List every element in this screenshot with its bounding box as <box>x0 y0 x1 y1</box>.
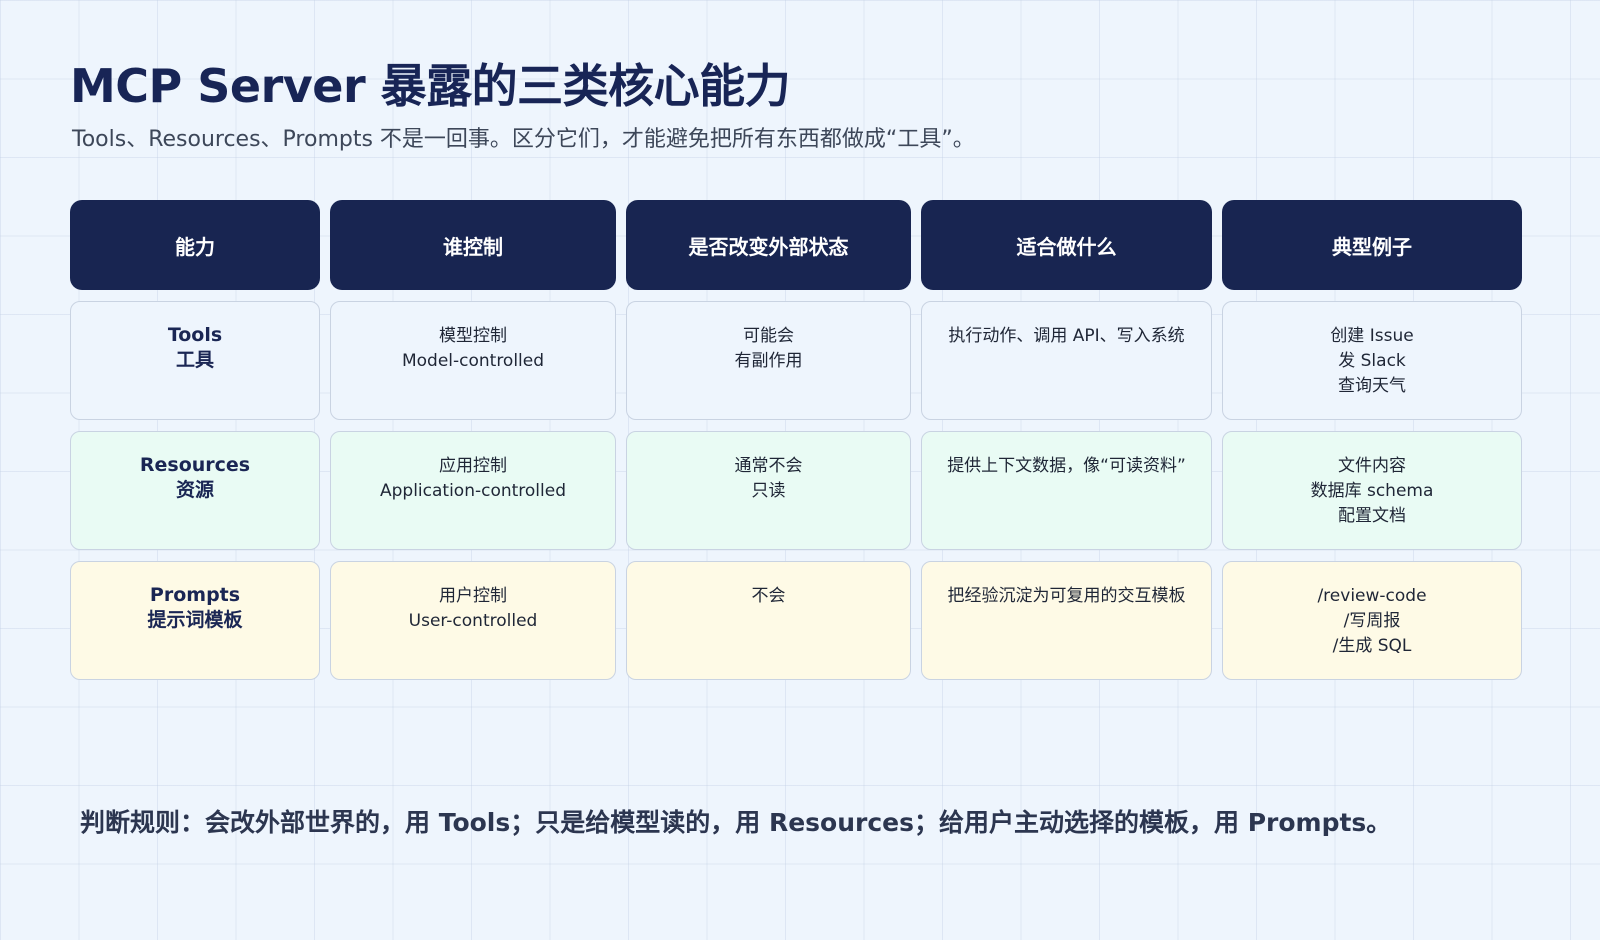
cell-controller-prompts: 用户控制 User-controlled <box>330 561 616 680</box>
example-item: 查询天气 <box>1338 376 1406 396</box>
page-subtitle: Tools、Resources、Prompts 不是一回事。区分它们，才能避免把… <box>72 127 975 152</box>
cell-examples-tools: 创建 Issue 发 Slack 查询天气 <box>1222 301 1522 420</box>
header-controller: 谁控制 <box>330 200 616 290</box>
cell-controller-tools: 模型控制 Model-controlled <box>330 301 616 420</box>
cell-use-for-resources: 提供上下文数据，像“可读资料” <box>921 431 1212 550</box>
cell-controller-resources: 应用控制 Application-controlled <box>330 431 616 550</box>
cell-capability-tools: Tools 工具 <box>70 301 320 420</box>
capability-en: Prompts <box>149 584 241 606</box>
header-changes-state: 是否改变外部状态 <box>626 200 911 290</box>
header-use-for: 适合做什么 <box>921 200 1212 290</box>
cell-capability-resources: Resources 资源 <box>70 431 320 550</box>
changes-state-line: 只读 <box>751 481 786 501</box>
controller-en: User-controlled <box>408 611 538 631</box>
changes-state-line: 有副作用 <box>734 351 803 371</box>
use-for-line: 执行动作、调用 API、写入系统 <box>948 326 1185 346</box>
header-examples: 典型例子 <box>1222 200 1522 290</box>
changes-state-line: 不会 <box>751 586 786 606</box>
example-item: /review-code <box>1317 586 1427 606</box>
cell-changes-state-prompts: 不会 <box>626 561 911 680</box>
example-item: 配置文档 <box>1338 506 1406 526</box>
capability-zh: 资源 <box>175 479 214 501</box>
cell-use-for-prompts: 把经验沉淀为可复用的交互模板 <box>921 561 1212 680</box>
controller-en: Model-controlled <box>401 351 545 371</box>
example-item: 文件内容 <box>1338 456 1406 476</box>
changes-state-line: 可能会 <box>743 326 794 346</box>
cell-use-for-tools: 执行动作、调用 API、写入系统 <box>921 301 1212 420</box>
cell-changes-state-tools: 可能会 有副作用 <box>626 301 911 420</box>
decision-rule: 判断规则：会改外部世界的，用 Tools；只是给模型读的，用 Resources… <box>80 808 1392 837</box>
example-item: /生成 SQL <box>1332 636 1412 656</box>
cell-examples-resources: 文件内容 数据库 schema 配置文档 <box>1222 431 1522 550</box>
cell-capability-prompts: Prompts 提示词模板 <box>70 561 320 680</box>
controller-en: Application-controlled <box>379 481 567 501</box>
controller-zh: 应用控制 <box>439 456 507 476</box>
controller-zh: 模型控制 <box>439 326 507 346</box>
example-item: 发 Slack <box>1338 351 1406 371</box>
example-item: 创建 Issue <box>1330 326 1414 346</box>
capability-en: Resources <box>139 454 251 476</box>
page-title: MCP Server 暴露的三类核心能力 <box>70 59 791 113</box>
example-item: 数据库 schema <box>1310 481 1434 501</box>
controller-zh: 用户控制 <box>439 586 507 606</box>
use-for-line: 把经验沉淀为可复用的交互模板 <box>947 586 1186 606</box>
use-for-line: 提供上下文数据，像“可读资料” <box>947 456 1186 476</box>
capability-zh: 提示词模板 <box>147 609 243 631</box>
capability-zh: 工具 <box>175 349 214 371</box>
header-capability: 能力 <box>70 200 320 290</box>
example-item: /写周报 <box>1343 611 1401 631</box>
capability-matrix: 能力 谁控制 是否改变外部状态 适合做什么 典型例子 Tools 工具 模型控制… <box>70 200 1522 680</box>
cell-examples-prompts: /review-code /写周报 /生成 SQL <box>1222 561 1522 680</box>
changes-state-line: 通常不会 <box>734 456 803 476</box>
capability-en: Tools <box>167 324 223 346</box>
cell-changes-state-resources: 通常不会 只读 <box>626 431 911 550</box>
